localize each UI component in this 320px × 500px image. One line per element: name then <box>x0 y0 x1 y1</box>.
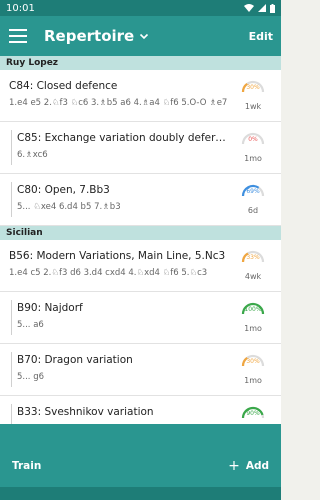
progress-percent: 0% <box>248 136 258 143</box>
app-bar: Repertoire Edit <box>0 16 281 56</box>
progress-percent: 90% <box>246 410 260 417</box>
plus-icon: + <box>228 458 240 474</box>
opening-name: B56: Modern Variations, Main Line, 5.Nc3 <box>9 250 226 262</box>
indent-line <box>11 130 12 165</box>
opening-moves: 1.e4 e5 2.♘f3 ♘c6 3.♗b5 a6 4.♗a4 ♘f6 5.O… <box>9 98 228 108</box>
wifi-icon <box>244 4 254 12</box>
signal-icon <box>258 4 266 12</box>
section-header: Sicilian <box>0 226 281 240</box>
last-review-age: 4wk <box>244 272 262 281</box>
status-bar: 10:01 <box>0 0 281 16</box>
opening-moves: 5... a6 <box>17 320 44 330</box>
opening-moves: 5... ♘xe4 6.d4 b5 7.♗b3 <box>17 202 121 212</box>
last-review-age: 1mo <box>244 324 262 333</box>
last-review-age: 1mo <box>244 154 262 163</box>
opening-row[interactable]: C84: Closed defence 1.e4 e5 2.♘f3 ♘c6 3.♗… <box>0 70 281 122</box>
progress-percent: 100% <box>244 306 262 313</box>
progress-percent: 30% <box>246 358 260 365</box>
battery-icon <box>270 3 275 13</box>
status-time: 10:01 <box>6 2 35 14</box>
bottom-action-bar: Train + Add <box>0 424 281 487</box>
indent-line <box>11 182 12 217</box>
add-button[interactable]: + Add <box>228 458 269 474</box>
last-review-age: 1mo <box>244 376 262 385</box>
opening-name: B90: Najdorf <box>17 302 83 314</box>
opening-name: B33: Sveshnikov variation <box>17 406 154 418</box>
section-header: Ruy Lopez <box>0 56 281 70</box>
opening-row[interactable]: B70: Dragon variation 5... g6 30% 1mo <box>0 344 281 396</box>
indent-line <box>11 300 12 335</box>
opening-row[interactable]: C85: Exchange variation doubly deferred 6… <box>0 122 281 174</box>
opening-moves: 5... g6 <box>17 372 45 382</box>
opening-name: B70: Dragon variation <box>17 354 133 366</box>
edit-button[interactable]: Edit <box>249 30 273 43</box>
chevron-down-icon <box>140 33 149 40</box>
repertoire-dropdown[interactable]: Repertoire <box>44 27 149 45</box>
status-icons <box>244 3 275 13</box>
train-button[interactable]: Train <box>12 460 41 472</box>
progress-percent: 69% <box>246 188 260 195</box>
last-review-age: 1wk <box>244 102 262 111</box>
progress-percent: 33% <box>246 254 260 261</box>
opening-row[interactable]: B90: Najdorf 5... a6 100% 1mo <box>0 292 281 344</box>
opening-name: C80: Open, 7.Bb3 <box>17 184 110 196</box>
menu-icon[interactable] <box>9 29 27 43</box>
indent-line <box>11 352 12 387</box>
page-title: Repertoire <box>44 27 135 45</box>
opening-moves: 1.e4 c5 2.♘f3 d6 3.d4 cxd4 4.♘xd4 ♘f6 5.… <box>9 268 208 278</box>
add-label: Add <box>245 460 269 472</box>
last-review-age: 6d <box>247 206 259 215</box>
opening-moves: 6.♗xc6 <box>17 150 48 160</box>
opening-row[interactable]: C80: Open, 7.Bb3 5... ♘xe4 6.d4 b5 7.♗b3 6… <box>0 174 281 226</box>
bottom-bar: Train + Add <box>0 424 281 500</box>
opening-name: C84: Closed defence <box>9 80 118 92</box>
progress-percent: 30% <box>246 84 260 91</box>
opening-name: C85: Exchange variation doubly deferred <box>17 132 229 144</box>
opening-row[interactable]: B56: Modern Variations, Main Line, 5.Nc3… <box>0 240 281 292</box>
